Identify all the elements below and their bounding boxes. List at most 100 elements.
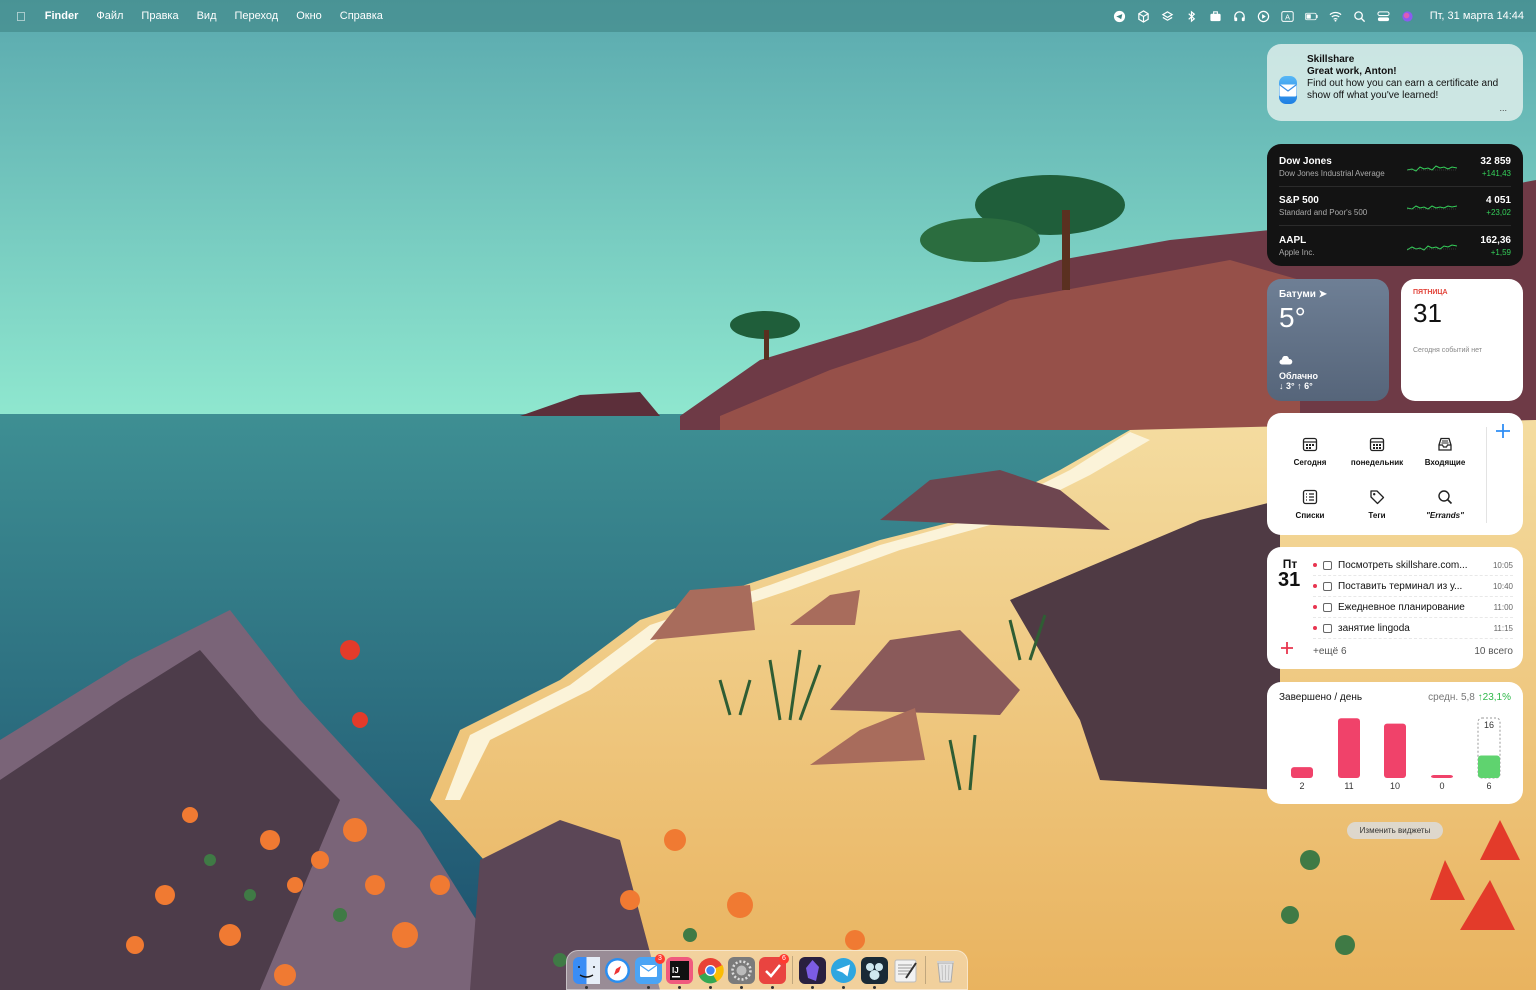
things-inbox[interactable]: Входящие xyxy=(1412,436,1478,467)
chrome-icon[interactable] xyxy=(697,957,724,989)
task-title: Ежедневное планирование xyxy=(1338,601,1465,613)
battery-icon[interactable] xyxy=(1300,0,1324,32)
weather-widget[interactable]: Батуми ➤ 5° Облачно ↓ 3° ↑ 6° xyxy=(1267,279,1389,401)
todo-more[interactable]: +ещё 6 xyxy=(1313,646,1347,657)
input-source-icon[interactable]: A xyxy=(1276,0,1300,32)
bar-value-label: 11 xyxy=(1344,781,1353,791)
task-title: занятие lingoda xyxy=(1338,622,1410,634)
task-checkbox[interactable] xyxy=(1323,581,1332,591)
add-task-icon[interactable] xyxy=(1280,641,1294,655)
calendar-widget[interactable]: ПЯТНИЦА 31 Сегодня событий нет xyxy=(1401,279,1523,401)
box-icon[interactable] xyxy=(1132,0,1156,32)
system-settings-icon[interactable] xyxy=(728,956,755,989)
things-tags[interactable]: Теги xyxy=(1344,489,1410,520)
things-label: Входящие xyxy=(1424,458,1466,467)
running-indicator xyxy=(709,985,712,989)
finder-icon[interactable] xyxy=(573,956,600,989)
notification-skillshare[interactable]: Skillshare Great work, Anton! Find out h… xyxy=(1267,44,1523,121)
menu-window[interactable]: Окно xyxy=(287,10,331,22)
trash-icon[interactable] xyxy=(932,957,959,984)
menu-file[interactable]: Файл xyxy=(87,10,132,22)
inbox-icon xyxy=(1438,437,1452,451)
textedit-icon[interactable] xyxy=(892,957,919,984)
todo-total: 10 всего xyxy=(1474,646,1513,657)
task-checkbox[interactable] xyxy=(1323,623,1332,633)
control-center-icon[interactable] xyxy=(1372,0,1396,32)
apple-menu-icon[interactable]:  xyxy=(12,9,36,24)
mastodon-icon[interactable] xyxy=(861,956,888,989)
task-row[interactable]: Поставить терминал из у... 10:40 xyxy=(1313,576,1513,597)
chart-bar xyxy=(1338,718,1360,778)
running-indicator xyxy=(585,985,588,989)
bar-value-label: 0 xyxy=(1439,781,1444,791)
divider xyxy=(1486,427,1487,523)
todoist-icon[interactable]: 6 xyxy=(759,953,789,989)
priority-dot xyxy=(1313,605,1317,609)
stocks-widget[interactable]: Dow Jones Dow Jones Industrial Average 3… xyxy=(1267,144,1523,266)
notification-more[interactable]: ... xyxy=(1499,103,1507,113)
stock-row[interactable]: S&P 500 Standard and Poor's 500 4 051 +2… xyxy=(1279,187,1511,226)
things-errands[interactable]: "Errands" xyxy=(1412,489,1478,520)
things-today[interactable]: Сегодня xyxy=(1277,436,1343,467)
things-label: Теги xyxy=(1368,511,1386,520)
priority-dot xyxy=(1313,626,1317,630)
menu-bar:  Finder Файл Правка Вид Переход Окно Сп… xyxy=(0,0,1536,32)
calendar-grid-icon xyxy=(1369,437,1385,452)
badge: 6 xyxy=(779,953,789,964)
things-monday[interactable]: понедельник xyxy=(1344,436,1410,467)
headphones-icon[interactable] xyxy=(1228,0,1252,32)
menu-app-name[interactable]: Finder xyxy=(36,10,88,22)
input-source-label: A xyxy=(1285,12,1290,21)
stock-name: Dow Jones Industrial Average xyxy=(1279,169,1385,178)
bar-value-label: 2 xyxy=(1299,781,1304,791)
task-time: 10:05 xyxy=(1492,560,1513,570)
running-indicator xyxy=(771,985,774,989)
menubar-clock[interactable]: Пт, 31 марта 14:44 xyxy=(1420,10,1524,22)
menu-help[interactable]: Справка xyxy=(331,10,392,22)
obsidian-icon[interactable] xyxy=(799,956,826,989)
stock-row[interactable]: AAPL Apple Inc. 162,36 +1,59 xyxy=(1279,226,1511,265)
running-indicator xyxy=(647,985,650,989)
bar-value-label: 10 xyxy=(1390,781,1400,791)
stock-name: Apple Inc. xyxy=(1279,247,1315,257)
weather-range: ↓ 3° ↑ 6° xyxy=(1279,381,1313,391)
edit-widgets-button[interactable]: Изменить виджеты xyxy=(1347,822,1443,839)
spotlight-icon[interactable] xyxy=(1348,0,1372,32)
add-icon[interactable] xyxy=(1495,423,1511,439)
stock-price: 162,36 xyxy=(1480,234,1511,246)
play-icon[interactable] xyxy=(1252,0,1276,32)
task-checkbox[interactable] xyxy=(1323,560,1332,570)
task-row[interactable]: занятие lingoda 11:15 xyxy=(1313,618,1513,639)
task-checkbox[interactable] xyxy=(1323,602,1332,612)
siri-icon[interactable] xyxy=(1396,0,1420,32)
chart-bar xyxy=(1384,723,1406,778)
telegram-icon[interactable] xyxy=(1108,0,1132,32)
task-row[interactable]: Посмотреть skillshare.com... 10:05 xyxy=(1313,555,1513,576)
completed-bar-chart: 2 11 10 0 16 6 xyxy=(1291,717,1501,791)
task-time: 10:40 xyxy=(1492,581,1513,591)
briefcase-icon[interactable] xyxy=(1204,0,1228,32)
wifi-icon[interactable] xyxy=(1324,0,1348,32)
menu-go[interactable]: Переход xyxy=(226,10,288,22)
list-icon xyxy=(1302,489,1318,505)
svg-text:IJ: IJ xyxy=(672,966,679,975)
stock-price: 4 051 xyxy=(1485,195,1511,206)
stock-row[interactable]: Dow Jones Dow Jones Industrial Average 3… xyxy=(1279,148,1511,187)
telegram-icon[interactable] xyxy=(830,957,857,989)
tag-icon xyxy=(1370,490,1385,505)
completed-stats-widget[interactable]: Завершено / день средн. 5,8 ↑23,1% 2 11 10… xyxy=(1267,682,1523,804)
mail-icon[interactable]: 3 xyxy=(635,953,665,989)
things-label: Сегодня xyxy=(1293,458,1327,467)
things-lists[interactable]: Списки xyxy=(1277,489,1343,520)
chart-bar xyxy=(1291,767,1313,778)
bluetooth-icon[interactable] xyxy=(1180,0,1204,32)
stock-name: Standard and Poor's 500 xyxy=(1279,208,1368,217)
menu-view[interactable]: Вид xyxy=(188,10,226,22)
layers-icon[interactable] xyxy=(1156,0,1180,32)
intellij-icon[interactable]: IJ xyxy=(666,956,693,989)
menu-edit[interactable]: Правка xyxy=(132,10,187,22)
notification-app: Skillshare xyxy=(1307,54,1355,65)
task-row[interactable]: Ежедневное планирование 11:00 xyxy=(1313,597,1513,618)
safari-icon[interactable] xyxy=(604,957,631,984)
things-label: понедельник xyxy=(1350,458,1404,467)
